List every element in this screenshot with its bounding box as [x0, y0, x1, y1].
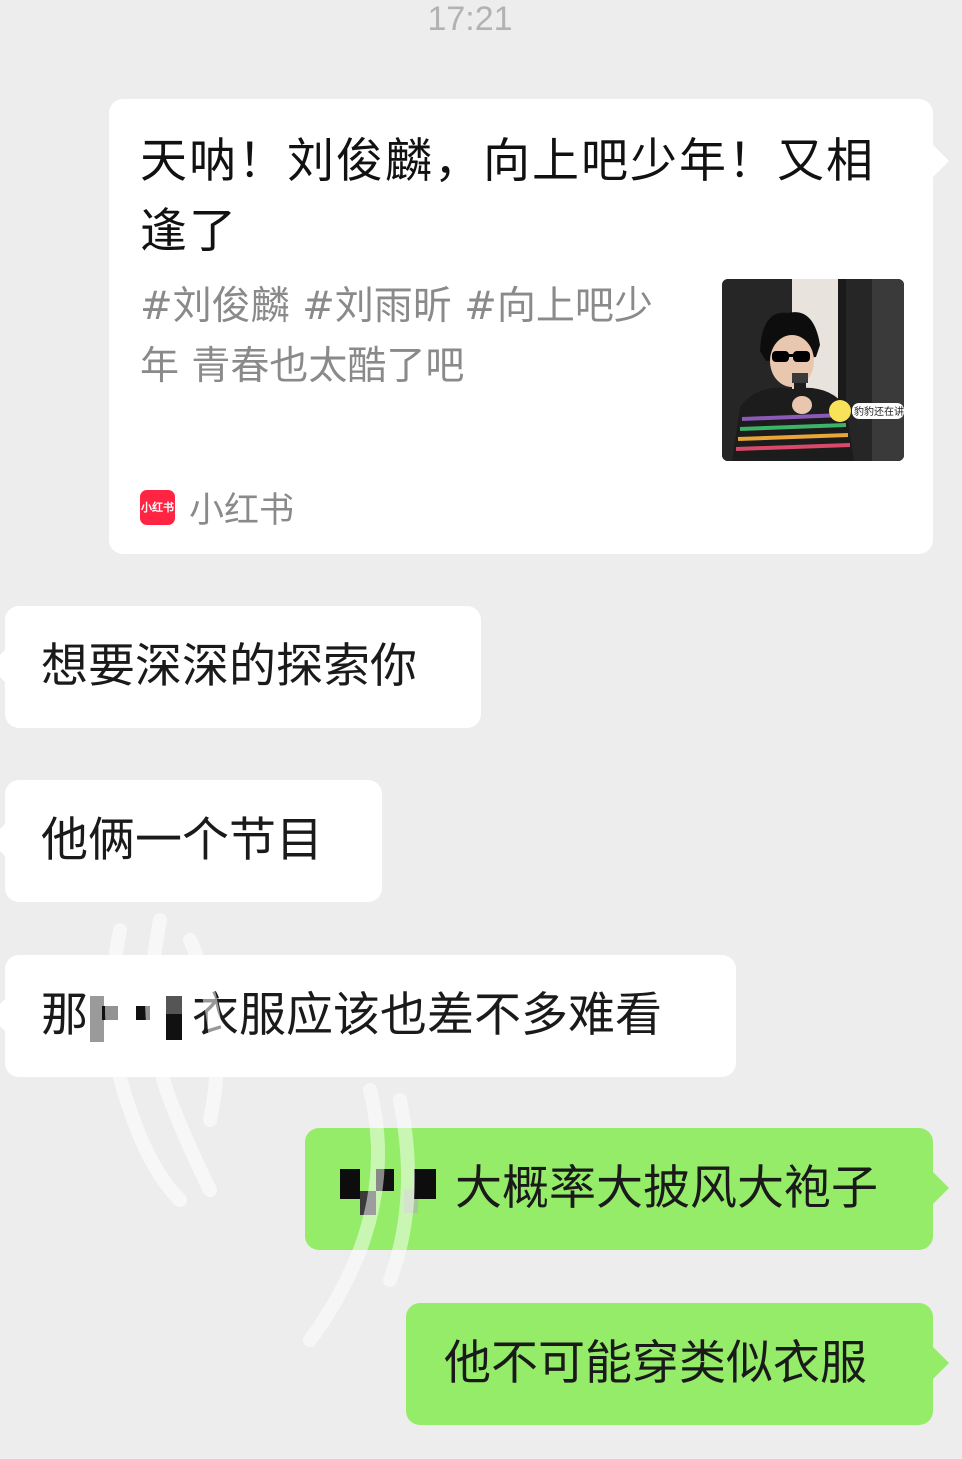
- message-text-end: 衣服应该也差不多难看: [192, 988, 662, 1043]
- message-text: 他不可能穿类似衣服: [444, 1336, 867, 1391]
- message-text: 大概率大披风大袍子: [454, 1161, 878, 1216]
- link-card-source-name: 小红书: [189, 490, 295, 531]
- message-text: 他俩一个节目: [41, 813, 323, 868]
- thumbnail-caption: 豹豹还在讲: [854, 405, 904, 418]
- message-timestamp: 17:21: [427, 0, 513, 38]
- link-card-title: 天呐！刘俊麟，向上吧少年！又相逢了: [140, 134, 875, 259]
- xiaohongshu-logo-icon: 小红书: [140, 489, 175, 525]
- link-card-description: #刘俊麟 #刘雨昕 #向上吧少年 青春也太酷了吧: [140, 284, 653, 389]
- outgoing-message-bubble[interactable]: 大概率大披风大袍子: [305, 1128, 949, 1250]
- link-card-thumbnail: 豹豹还在讲: [722, 279, 904, 461]
- link-card-message[interactable]: 天呐！刘俊麟，向上吧少年！又相逢了 #刘俊麟 #刘雨昕 #向上吧少年 青春也太酷…: [109, 99, 949, 554]
- message-text-start: 那: [41, 988, 88, 1043]
- message-text: 想要深深的探索你: [41, 639, 417, 694]
- incoming-message-bubble[interactable]: 想要深深的探索你: [0, 606, 481, 728]
- incoming-message-bubble[interactable]: 那 衣服应该也差不多难看: [0, 955, 736, 1077]
- outgoing-message-bubble[interactable]: 他不可能穿类似衣服: [406, 1303, 949, 1425]
- link-card-source: 小红书 小红书: [140, 485, 294, 531]
- censored-text-block: [88, 994, 192, 1044]
- censored-text-block: [340, 1167, 440, 1217]
- incoming-message-bubble[interactable]: 他俩一个节目: [0, 780, 382, 902]
